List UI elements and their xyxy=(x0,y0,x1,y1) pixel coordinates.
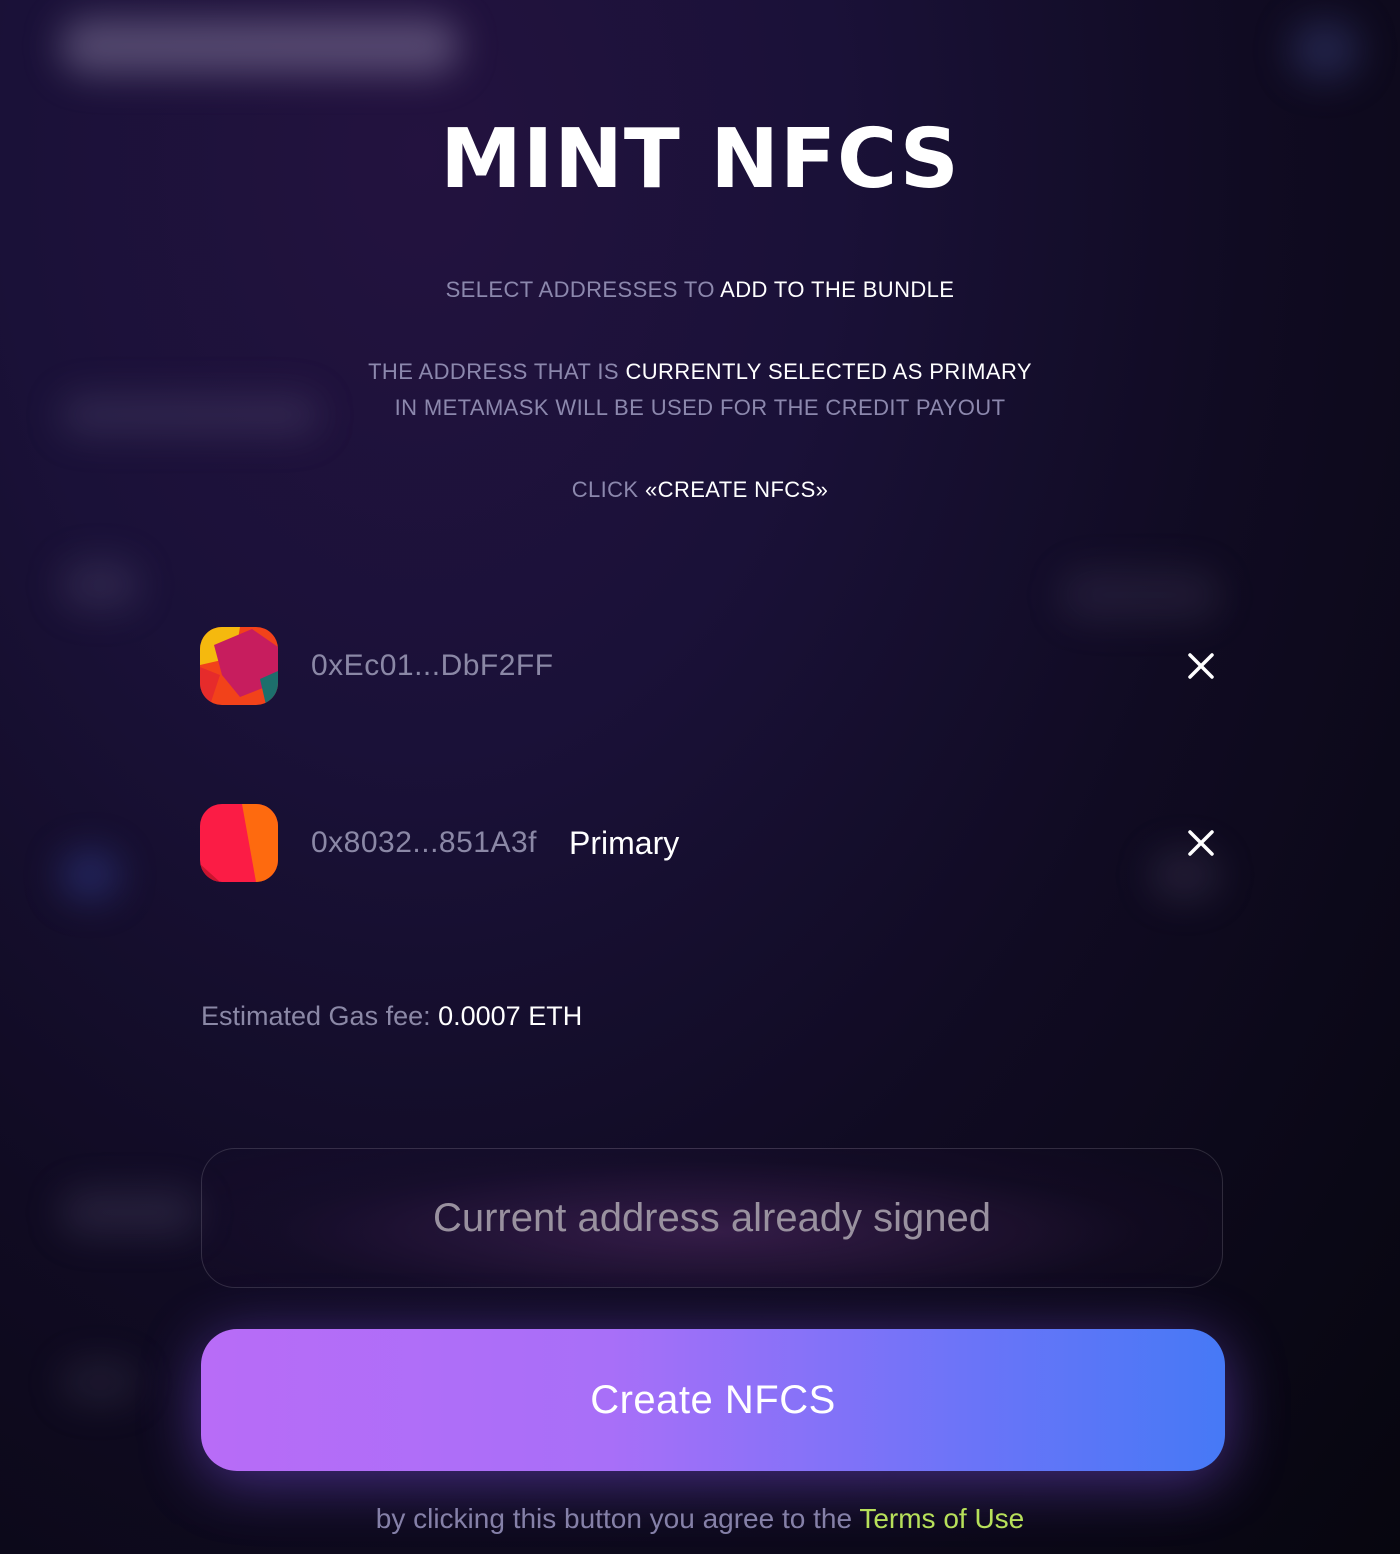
address-row: 0x8032...851A3f Primary xyxy=(200,803,1226,883)
remove-address-button[interactable] xyxy=(1186,651,1216,681)
instruction-select-addresses: SELECT ADDRESSES TO ADD TO THE BUNDLE xyxy=(445,277,955,302)
signed-status-text: Current address already signed xyxy=(432,1195,992,1240)
identicon-icon xyxy=(200,627,278,705)
identicon-icon xyxy=(200,804,278,882)
address-row: 0xEc01...DbF2FF xyxy=(200,626,1226,706)
gas-fee-value: 0.0007 ETH xyxy=(438,1001,583,1031)
mint-panel: MINT NFCS SELECT ADDRESSES TO ADD TO THE… xyxy=(0,0,1400,1554)
instruction-click-create: CLICK «CREATE NFCS» xyxy=(571,477,829,502)
close-icon[interactable] xyxy=(1186,828,1216,858)
create-nfcs-button-label[interactable]: Create NFCS xyxy=(590,1378,836,1423)
terms-notice: by clicking this button you agree to the… xyxy=(375,1503,1025,1534)
wallet-address: 0xEc01...DbF2FF xyxy=(311,649,554,682)
estimated-gas-fee: Estimated Gas fee: 0.0007 ETH xyxy=(201,1001,583,1031)
terms-of-use-link[interactable]: Terms of Use xyxy=(859,1503,1024,1534)
create-nfcs-button[interactable]: Create NFCS xyxy=(201,1329,1225,1471)
page-title: MINT NFCS xyxy=(440,112,960,207)
instruction-primary-address: THE ADDRESS THAT IS CURRENTLY SELECTED A… xyxy=(368,359,1032,420)
close-icon[interactable] xyxy=(1186,651,1216,681)
wallet-address: 0x8032...851A3f xyxy=(311,826,538,859)
primary-badge: Primary xyxy=(569,824,680,861)
signed-status-box: Current address already signed xyxy=(201,1148,1223,1288)
remove-address-button[interactable] xyxy=(1186,828,1216,858)
